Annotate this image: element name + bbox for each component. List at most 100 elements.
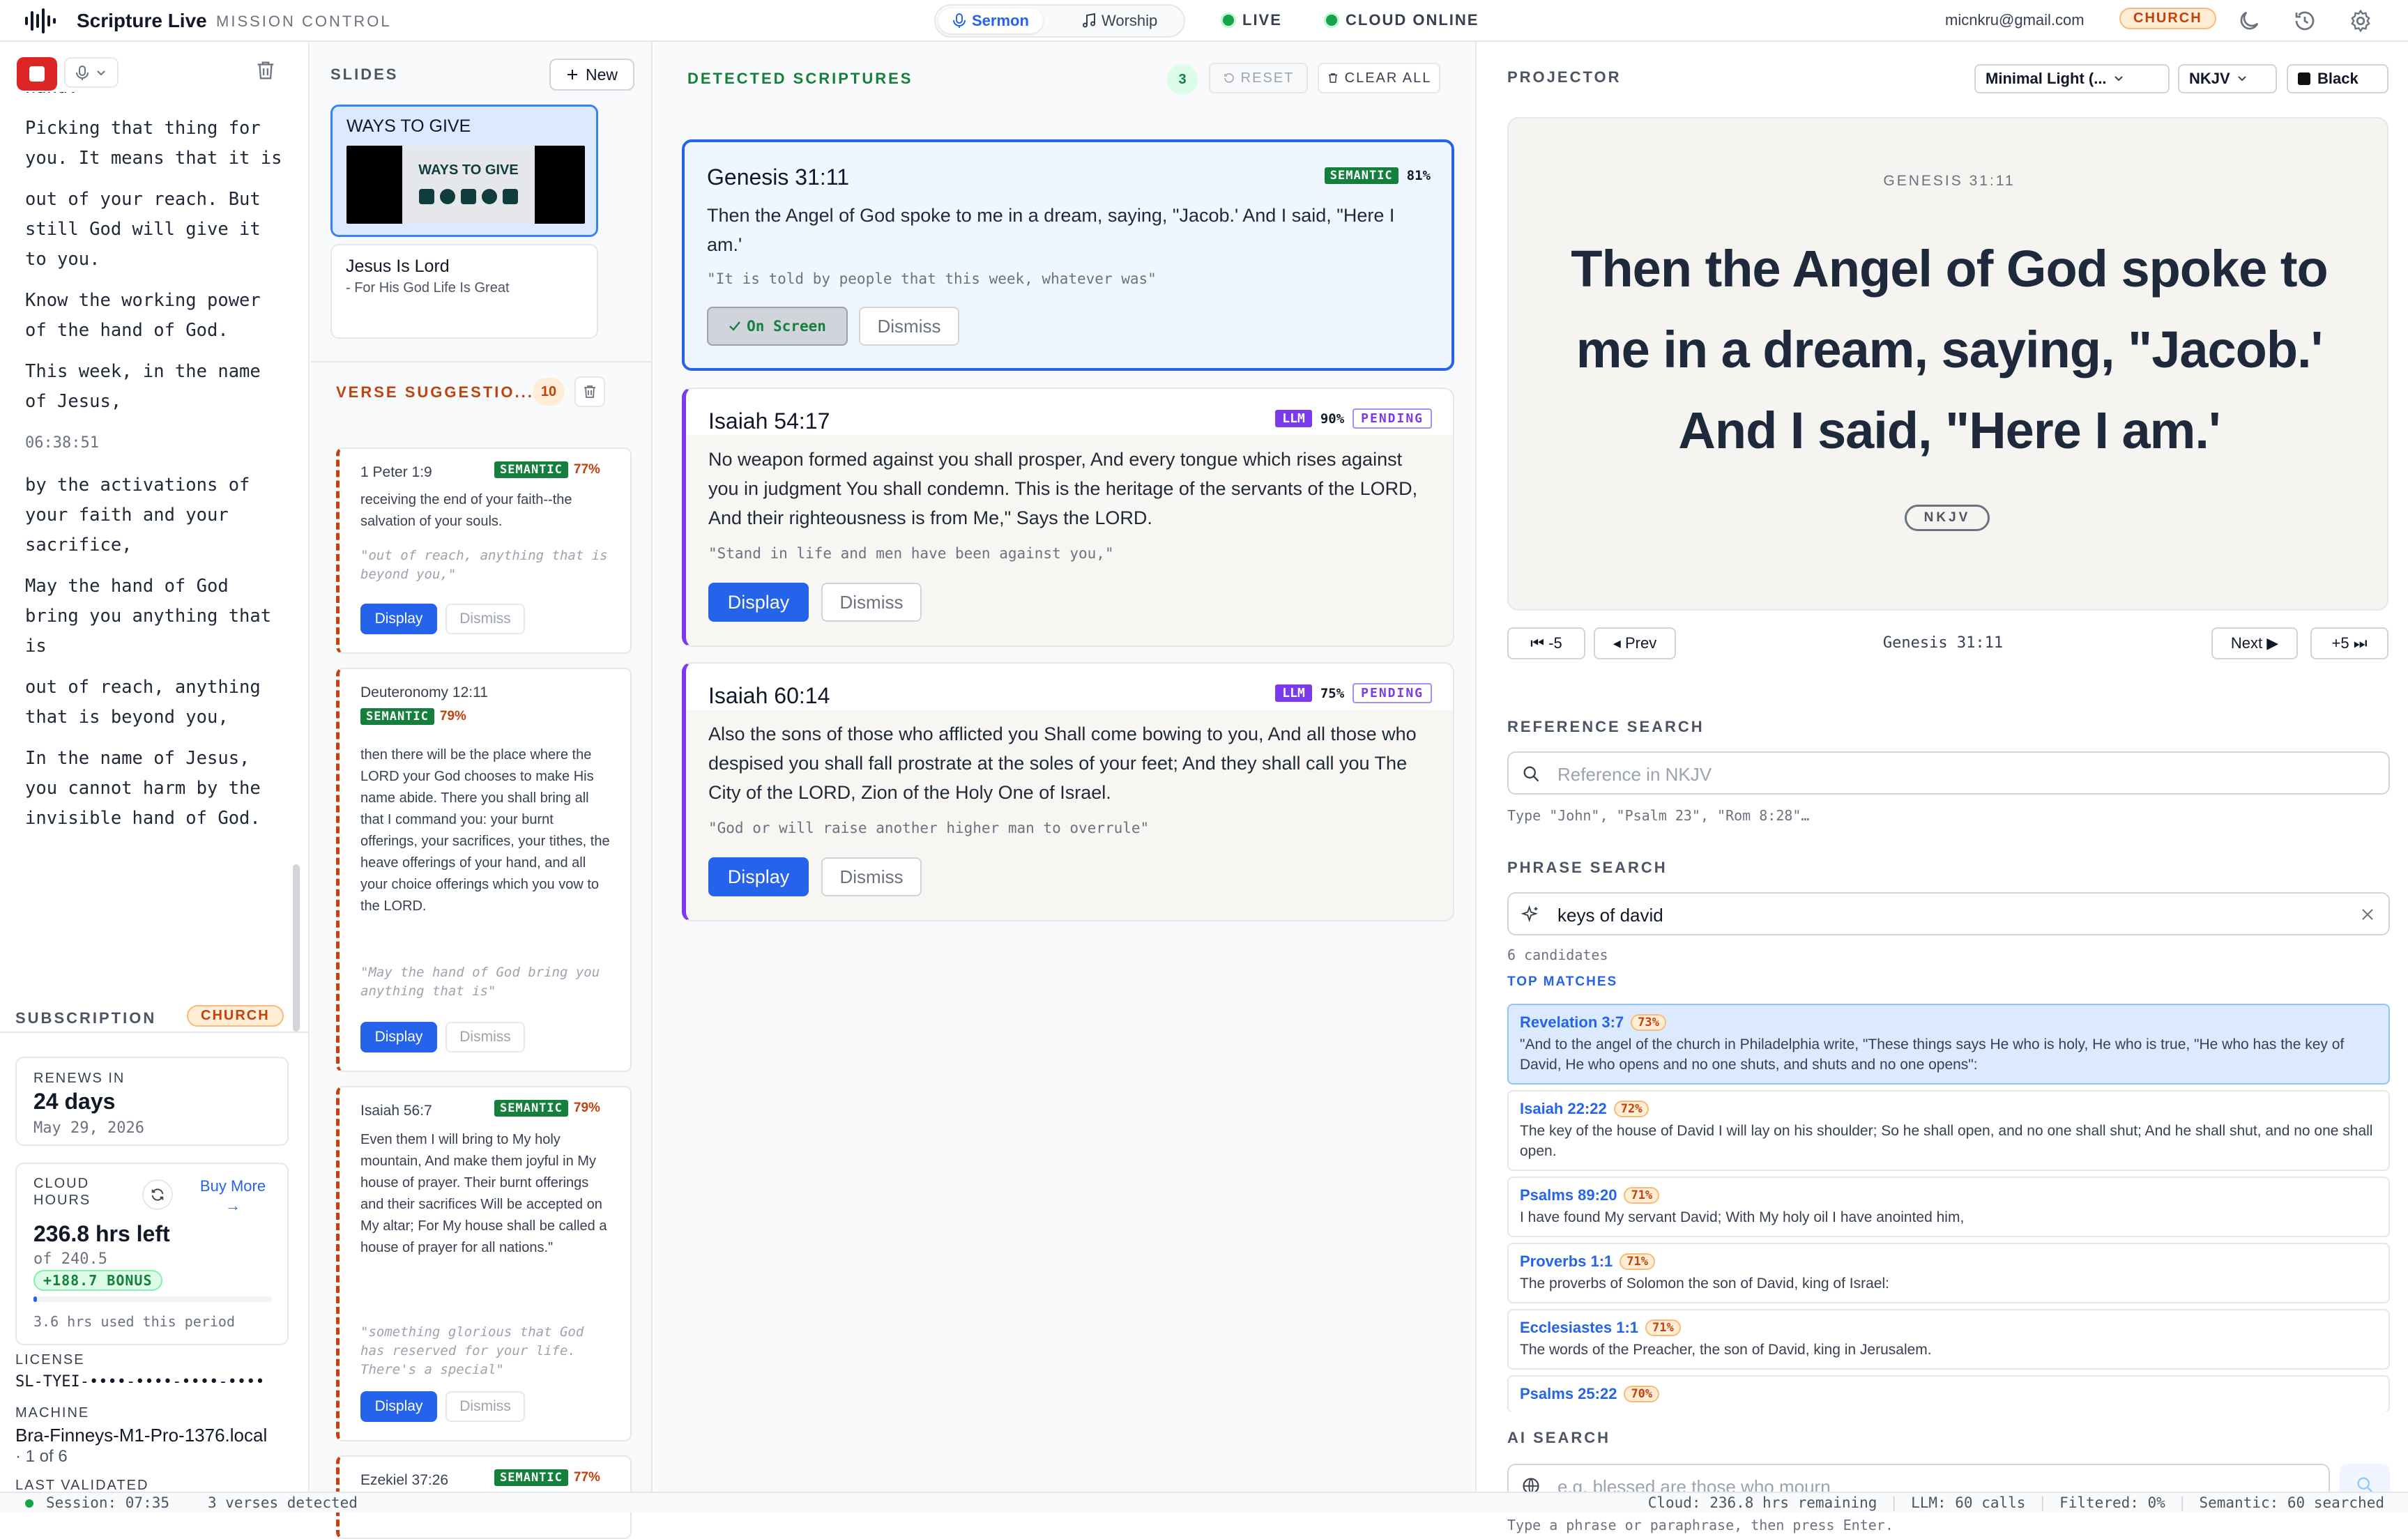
mic-select[interactable] (64, 57, 119, 88)
slide-thumbnail-image: WAYS TO GIVE (402, 146, 535, 224)
clear-all-button[interactable]: CLEAR ALL (1318, 63, 1440, 93)
trash-icon (1328, 73, 1337, 83)
cloud-hours-card: CLOUD HOURS Buy More → 236.8 hrs left of… (15, 1163, 289, 1345)
match-item[interactable]: Psalms 89:20 71% I have found My servant D… (1507, 1177, 2390, 1237)
mode-sermon-button[interactable]: Sermon (938, 8, 1043, 33)
match-text: The key of the house of David I will lay… (1520, 1123, 2373, 1159)
chevron-down-icon (97, 70, 105, 76)
dismiss-button[interactable]: Dismiss (445, 1391, 525, 1422)
dismiss-button[interactable]: Dismiss (445, 604, 525, 634)
suggestion-quote: "something glorious that God has reserve… (360, 1324, 584, 1377)
transcript-scrollbar[interactable] (293, 864, 300, 1032)
detected-scriptures-panel: DETECTED SCRIPTURES 3 RESET CLEAR ALL Ge… (654, 42, 1477, 1492)
match-item[interactable]: Isaiah 22:22 72% The key of the house of D… (1507, 1090, 2390, 1171)
suggestions-title: VERSE SUGGESTIO... (336, 383, 534, 401)
slide-title: WAYS TO GIVE (346, 116, 471, 136)
slide-item-ways-to-give[interactable]: WAYS TO GIVE WAYS TO GIVE (330, 105, 598, 237)
refresh-icon (151, 1188, 164, 1201)
mode-sermon-label: Sermon (972, 12, 1029, 29)
hours-total: of 240.5 (33, 1250, 107, 1268)
cloud-dot-icon (1326, 15, 1337, 26)
semantic-badge: SEMANTIC (494, 1469, 568, 1486)
phrase-search-input[interactable]: keys of david (1507, 892, 2390, 935)
detected-card[interactable]: Isaiah 54:17 LLM 90% PENDING No weapon for… (682, 388, 1454, 647)
confidence: 79% (573, 1101, 600, 1115)
buy-more-link[interactable]: Buy More → (191, 1177, 275, 1216)
dismiss-button[interactable]: Dismiss (821, 857, 922, 896)
display-button[interactable]: Display (360, 604, 437, 634)
reference-search-input[interactable]: Reference in NKJV (1507, 751, 2390, 795)
dismiss-button[interactable]: Dismiss (821, 583, 922, 622)
close-icon[interactable] (2359, 906, 2376, 923)
hours-progress-fill (33, 1296, 38, 1302)
reference-search-title: REFERENCE SEARCH (1507, 718, 1705, 735)
moon-icon[interactable] (2236, 8, 2262, 33)
giving-icons (419, 189, 518, 210)
waveform-logo-icon (25, 8, 56, 33)
gear-icon[interactable] (2348, 8, 2373, 33)
detected-text: Then the Angel of God spoke to me in a d… (707, 205, 1395, 255)
suggestion-badges: SEMANTIC 79% (494, 1100, 600, 1117)
match-pct: 71% (1620, 1253, 1656, 1270)
theme-select[interactable]: Minimal Light (... (1974, 64, 2170, 93)
display-button[interactable]: Display (708, 857, 809, 896)
stop-recording-button[interactable] (17, 57, 57, 91)
match-item[interactable]: Ecclesiastes 1:1 71% The words of the Prea… (1507, 1309, 2390, 1370)
background-select[interactable]: Black (2287, 64, 2388, 93)
slide-item-jesus-is-lord[interactable]: Jesus Is Lord - For His God Life Is Grea… (330, 244, 598, 339)
history-icon[interactable] (2292, 8, 2317, 33)
ai-search-hint: Type a phrase or paraphrase, then press … (1507, 1517, 1893, 1533)
app-subtitle: MISSION CONTROL (216, 13, 392, 30)
machine-label: MACHINE (15, 1405, 90, 1421)
transcript-timestamp: 06:38:51 (25, 434, 99, 452)
license-value: SL-TYEI-••••-••••-••••-•••• (15, 1373, 265, 1391)
projector-title: PROJECTOR (1507, 68, 1622, 86)
detected-ref: Isaiah 54:17 (708, 408, 830, 434)
renews-value: 24 days (33, 1089, 116, 1114)
match-item[interactable]: Revelation 3:7 73% "And to the angel of th… (1507, 1004, 2390, 1085)
check-icon (729, 321, 741, 331)
forward-5-button[interactable]: +5 ⏭ (2310, 627, 2388, 659)
user-email: micnkru@gmail.com (1945, 11, 2085, 29)
suggestion-text: then there will be the place where the L… (360, 747, 610, 914)
mode-worship-button[interactable]: Worship (1068, 8, 1171, 33)
new-slide-button[interactable]: New (549, 59, 634, 91)
dismiss-button[interactable]: Dismiss (445, 1022, 525, 1052)
suggestion-text: Even them I will bring to My holy mounta… (360, 1132, 607, 1255)
semantic-searched: Semantic: 60 searched (2199, 1494, 2384, 1511)
detected-badges: LLM 75% PENDING (1275, 683, 1432, 703)
transcript-line: hand. (25, 92, 283, 102)
dismiss-button[interactable]: Dismiss (859, 307, 959, 346)
display-button[interactable]: Display (360, 1391, 437, 1422)
suggestion-badges: SEMANTIC 77% (494, 1469, 600, 1486)
match-pct: 72% (1613, 1101, 1649, 1117)
trash-icon[interactable] (254, 59, 277, 82)
display-button[interactable]: Display (360, 1022, 437, 1052)
music-note-icon (1083, 13, 1095, 28)
display-button[interactable]: Display (708, 583, 809, 622)
match-item[interactable]: Psalms 25:22 70% (1507, 1375, 2390, 1411)
on-screen-button[interactable]: On Screen (707, 307, 848, 346)
cloud-hours-label: CLOUD HOURS (33, 1176, 91, 1208)
suggestion-ref: 1 Peter 1:9 (360, 464, 432, 480)
version-select[interactable]: NKJV (2178, 64, 2277, 93)
plus-icon (567, 70, 577, 79)
detected-card[interactable]: Isaiah 60:14 LLM 75% PENDING Also the sons… (682, 662, 1454, 921)
next-button[interactable]: Next ▶ (2211, 627, 2298, 659)
projector-panel: PROJECTOR Minimal Light (... NKJV Black … (1478, 42, 2408, 1533)
match-item[interactable]: Proverbs 1:1 71% The proverbs of Solomon t… (1507, 1243, 2390, 1303)
divider (311, 361, 653, 362)
refresh-button[interactable] (142, 1179, 173, 1210)
trash-icon[interactable] (574, 376, 605, 407)
new-slide-label: New (585, 65, 618, 84)
match-pct: 71% (1645, 1319, 1681, 1336)
match-text: The proverbs of Solomon the son of David… (1520, 1276, 1889, 1292)
transcript-line: In the name of Jesus, you cannot harm by… (25, 748, 261, 829)
reset-button[interactable]: RESET (1209, 63, 1308, 93)
hours-used: 3.6 hrs used this period (33, 1313, 235, 1330)
projector-preview: GENESIS 31:11 Then the Angel of God spok… (1507, 117, 2388, 611)
match-ref: Psalms 25:22 (1520, 1385, 1617, 1402)
ai-search-title: AI SEARCH (1507, 1429, 1611, 1447)
detected-ref: Isaiah 60:14 (708, 683, 830, 708)
detected-card-active[interactable]: Genesis 31:11 SEMANTIC 81% Then the Angel… (682, 139, 1454, 371)
